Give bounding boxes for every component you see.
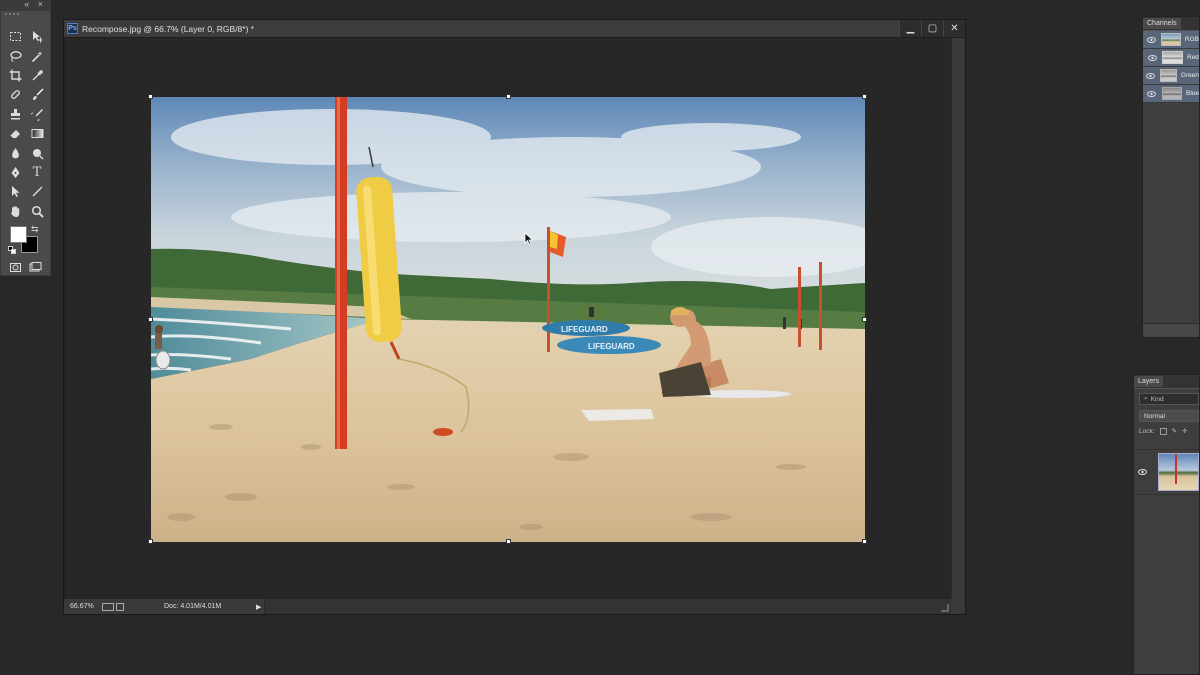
channels-tab[interactable]: Channels [1143,17,1199,31]
transform-handle-tl[interactable] [148,94,153,99]
channel-name: Red [1187,54,1199,61]
swap-colors-icon[interactable]: ⇆ [31,224,39,235]
doc-size: Doc: 4.01M/4.01M [164,603,222,610]
healing-brush-icon[interactable] [4,85,26,104]
minimize-button[interactable]: ▁ [899,19,921,37]
channel-thumbnail [1159,69,1177,82]
photoshop-icon: Ps [67,23,78,34]
move-icon[interactable] [26,27,48,46]
lock-position-icon[interactable]: ✛ [1182,427,1187,435]
channel-thumbnail [1162,51,1183,64]
rect-marquee-icon[interactable] [4,27,26,46]
flag-pole-right-2 [819,262,822,350]
channel-row-rgb[interactable]: RGB [1143,31,1199,49]
lock-transparent-icon[interactable] [1159,427,1167,435]
brush-icon[interactable] [26,85,48,104]
blend-mode-select[interactable]: Normal [1139,410,1199,422]
resize-grip[interactable] [941,604,949,612]
default-colors-icon[interactable] [8,245,16,254]
dodge-icon[interactable] [26,143,48,162]
channel-row-red[interactable]: Red [1143,49,1199,67]
zoom-icon[interactable] [26,202,48,221]
transform-handle-bl[interactable] [148,539,153,544]
layer-filter-kind[interactable]: ⌕ Kind [1139,393,1199,405]
channels-panel-footer [1143,323,1199,337]
drag-grip[interactable] [5,13,19,21]
channel-name: Blue [1185,90,1199,97]
status-menu-arrow[interactable]: ▶ [256,603,261,611]
color-swatches: ⇆ [1,223,50,257]
tool-grid: T [1,21,50,221]
eye-icon[interactable] [1146,35,1157,45]
beach-photo: LIFEGUARD LIFEGUARD [151,97,865,542]
eye-icon[interactable] [1146,53,1158,63]
red-pole [335,97,347,449]
image-canvas[interactable]: LIFEGUARD LIFEGUARD [151,97,865,542]
status-bar: 66.67% Doc: 4.01M/4.01M ▶ [64,599,965,614]
channels-panel: Channels RGB Red Green Blue [1142,16,1200,338]
transform-handle-tr[interactable] [862,94,867,99]
lifeguard-text-1: LIFEGUARD [561,325,608,334]
transform-handle-ml[interactable] [148,317,153,322]
screen-mode-icon[interactable] [29,261,42,274]
channel-row-green[interactable]: Green [1143,67,1199,85]
layers-panel: Layers ⌕ Kind Normal Lock: ✎ ✛ [1133,374,1200,675]
blur-icon[interactable] [4,143,26,162]
hand-icon[interactable] [4,202,26,221]
proof-icon[interactable] [102,602,114,611]
transform-handle-mr[interactable] [862,317,867,322]
type-icon[interactable]: T [26,163,48,182]
mouse-cursor-icon [524,232,534,246]
transform-handle-br[interactable] [862,539,867,544]
document-title-bar[interactable]: Ps Recompose.jpg @ 66.7% (Layer 0, RGB/8… [64,19,965,38]
gradient-icon[interactable] [26,124,48,143]
document-title: Recompose.jpg @ 66.7% (Layer 0, RGB/8*) … [82,23,255,34]
tools-panel: « × T ⇆ [0,0,51,276]
close-icon[interactable]: × [38,0,46,9]
layer-thumbnail [1157,453,1199,491]
channel-row-blue[interactable]: Blue [1143,85,1199,103]
path-select-icon[interactable] [4,182,26,201]
crop-icon[interactable] [4,66,26,85]
channel-name: Green [1180,72,1199,79]
vertical-scrollbar[interactable] [951,38,965,601]
transform-handle-tc[interactable] [506,94,511,99]
search-icon: ⌕ [1144,395,1148,402]
eye-icon[interactable] [1137,467,1148,477]
magic-wand-icon[interactable] [26,46,48,65]
eye-icon[interactable] [1146,71,1156,81]
tools-panel-header[interactable]: « × [1,0,50,11]
lock-label: Lock: [1139,427,1155,435]
line-icon[interactable] [26,182,48,201]
lock-paint-icon[interactable]: ✎ [1172,427,1177,435]
channel-thumbnail [1161,33,1181,46]
layer-row[interactable] [1134,449,1199,495]
history-brush-icon[interactable] [26,105,48,124]
maximize-button[interactable]: ▢ [921,19,943,37]
share-icon[interactable] [116,602,124,611]
close-button[interactable]: ✕ [943,19,965,37]
pen-icon[interactable] [4,163,26,182]
flag-pole-right-1 [798,267,801,347]
lasso-icon[interactable] [4,46,26,65]
transform-handle-bc[interactable] [506,539,511,544]
foreground-color-swatch[interactable] [10,225,27,243]
lock-row: Lock: ✎ ✛ [1139,427,1199,435]
clone-stamp-icon[interactable] [4,105,26,124]
lifeguard-text-2: LIFEGUARD [588,342,635,351]
horizontal-scrollbar[interactable] [264,599,951,614]
layers-tab[interactable]: Layers [1134,375,1199,389]
eye-icon[interactable] [1146,89,1158,99]
channel-name: RGB [1184,36,1199,43]
eraser-icon[interactable] [4,124,26,143]
channel-thumbnail [1161,87,1182,100]
quick-mask-icon[interactable] [9,261,22,274]
zoom-level[interactable]: 66.67% [70,603,100,610]
eyedropper-icon[interactable] [26,66,48,85]
collapse-icon[interactable]: « [24,0,32,9]
